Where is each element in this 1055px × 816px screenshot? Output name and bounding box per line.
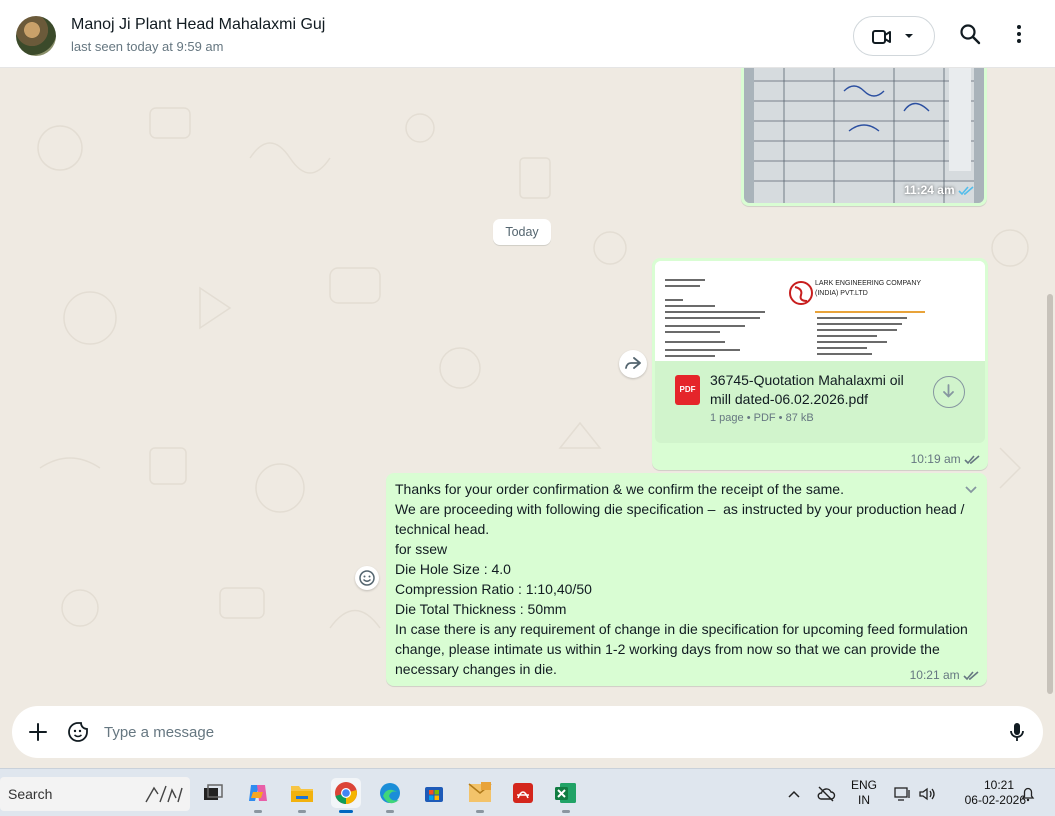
excel-icon xyxy=(555,783,576,803)
store-icon xyxy=(425,787,443,802)
file-explorer-button[interactable] xyxy=(287,778,317,813)
video-call-button[interactable] xyxy=(853,16,935,56)
task-view-icon xyxy=(204,784,223,800)
download-icon xyxy=(943,384,954,398)
download-button[interactable] xyxy=(933,376,965,408)
edge-icon xyxy=(380,783,400,804)
text-message[interactable]: Thanks for your order confirmation & we … xyxy=(386,473,987,686)
outlook-button[interactable] xyxy=(465,778,495,813)
microphone-icon[interactable] xyxy=(1005,720,1029,744)
chat-header: Manoj Ji Plant Head Mahalaxmi Guj last s… xyxy=(0,0,1055,68)
more-options-icon[interactable] xyxy=(1007,22,1031,46)
pdf-file-card[interactable]: PDF 36745-Quotation Mahalaxmi oil mill d… xyxy=(655,361,985,443)
task-view-button[interactable] xyxy=(198,778,228,808)
copilot-icon xyxy=(249,785,267,801)
message-text: Thanks for your order confirmation & we … xyxy=(395,481,968,677)
video-call-icon xyxy=(872,30,891,44)
message-time: 11:24 am xyxy=(904,183,974,197)
windows-taskbar: Search ENG IN 10:21 06-02-2026 xyxy=(0,768,1055,816)
app-running-indicator xyxy=(254,810,262,813)
message-time: 10:19 am xyxy=(911,452,980,466)
forward-icon xyxy=(625,357,641,369)
read-ticks-icon xyxy=(958,186,974,196)
copilot-button[interactable] xyxy=(243,778,273,813)
date-divider: Today xyxy=(493,219,551,245)
taskbar-search-label: Search xyxy=(8,786,53,802)
pdf-preview[interactable]: LARK ENGINEERING COMPANY (INDIA) PVT.LTD xyxy=(655,261,985,361)
chat-scrollbar[interactable] xyxy=(1047,294,1053,694)
read-ticks-icon xyxy=(964,455,980,465)
forward-button[interactable] xyxy=(619,350,647,378)
pdf-preview-company: LARK ENGINEERING COMPANY (INDIA) PVT.LTD xyxy=(815,280,921,297)
outlook-icon xyxy=(468,782,492,802)
read-ticks-icon xyxy=(963,671,979,681)
message-input[interactable] xyxy=(104,720,984,744)
microsoft-store-button[interactable] xyxy=(419,778,449,808)
network-icon[interactable] xyxy=(893,784,913,804)
pdf-message[interactable]: LARK ENGINEERING COMPANY (INDIA) PVT.LTD… xyxy=(652,258,988,470)
contact-last-seen: last seen today at 9:59 am xyxy=(71,39,224,54)
language-indicator[interactable]: ENG IN xyxy=(846,778,882,808)
contact-name[interactable]: Manoj Ji Plant Head Mahalaxmi Guj xyxy=(71,16,325,34)
app-running-indicator xyxy=(562,810,570,813)
image-message[interactable]: 11:24 am xyxy=(741,68,987,206)
emoji-icon xyxy=(359,570,375,586)
taskbar-search[interactable]: Search xyxy=(0,777,190,811)
message-composer xyxy=(12,706,1043,758)
acrobat-icon xyxy=(513,783,533,803)
region-label: IN xyxy=(858,793,870,807)
app-running-indicator xyxy=(386,810,394,813)
edge-button[interactable] xyxy=(375,778,405,813)
chrome-button[interactable] xyxy=(331,778,361,813)
pdf-file-meta: 1 page • PDF • 87 kB xyxy=(710,412,814,424)
pdf-file-icon: PDF xyxy=(675,375,700,405)
app-active-indicator xyxy=(339,810,353,813)
chevron-down-icon xyxy=(905,34,913,38)
pdf-file-name: 36745-Quotation Mahalaxmi oil mill dated… xyxy=(710,372,904,407)
chrome-icon xyxy=(335,782,357,804)
message-time: 10:21 am xyxy=(910,668,979,682)
folder-icon xyxy=(291,786,313,802)
search-icon[interactable] xyxy=(958,22,982,46)
volume-icon[interactable] xyxy=(917,784,937,804)
clock-date: 06-02-2026 xyxy=(964,793,1026,807)
clock[interactable]: 10:21 06-02-2026 xyxy=(944,778,1026,808)
language-label: ENG xyxy=(850,778,877,792)
document-photo-thumbnail[interactable]: 11:24 am xyxy=(744,68,984,203)
chevron-down-icon[interactable] xyxy=(963,481,979,497)
chat-area[interactable]: 11:24 am Today LARK ENGINEERING COMPANY … xyxy=(0,68,1055,704)
notifications-icon[interactable] xyxy=(1019,785,1037,803)
excel-button[interactable] xyxy=(551,778,581,813)
sticker-icon[interactable] xyxy=(66,720,90,744)
search-highlight-icon xyxy=(145,785,183,803)
app-running-indicator xyxy=(298,810,306,813)
clock-time: 10:21 xyxy=(983,778,1014,792)
show-hidden-icons-chevron-icon[interactable] xyxy=(787,787,801,801)
composer-bar xyxy=(0,704,1055,768)
acrobat-button[interactable] xyxy=(508,778,538,808)
attach-plus-icon[interactable] xyxy=(26,720,50,744)
react-button[interactable] xyxy=(355,566,379,590)
cloud-offline-icon[interactable] xyxy=(816,784,836,804)
app-running-indicator xyxy=(476,810,484,813)
contact-avatar[interactable] xyxy=(16,16,56,56)
